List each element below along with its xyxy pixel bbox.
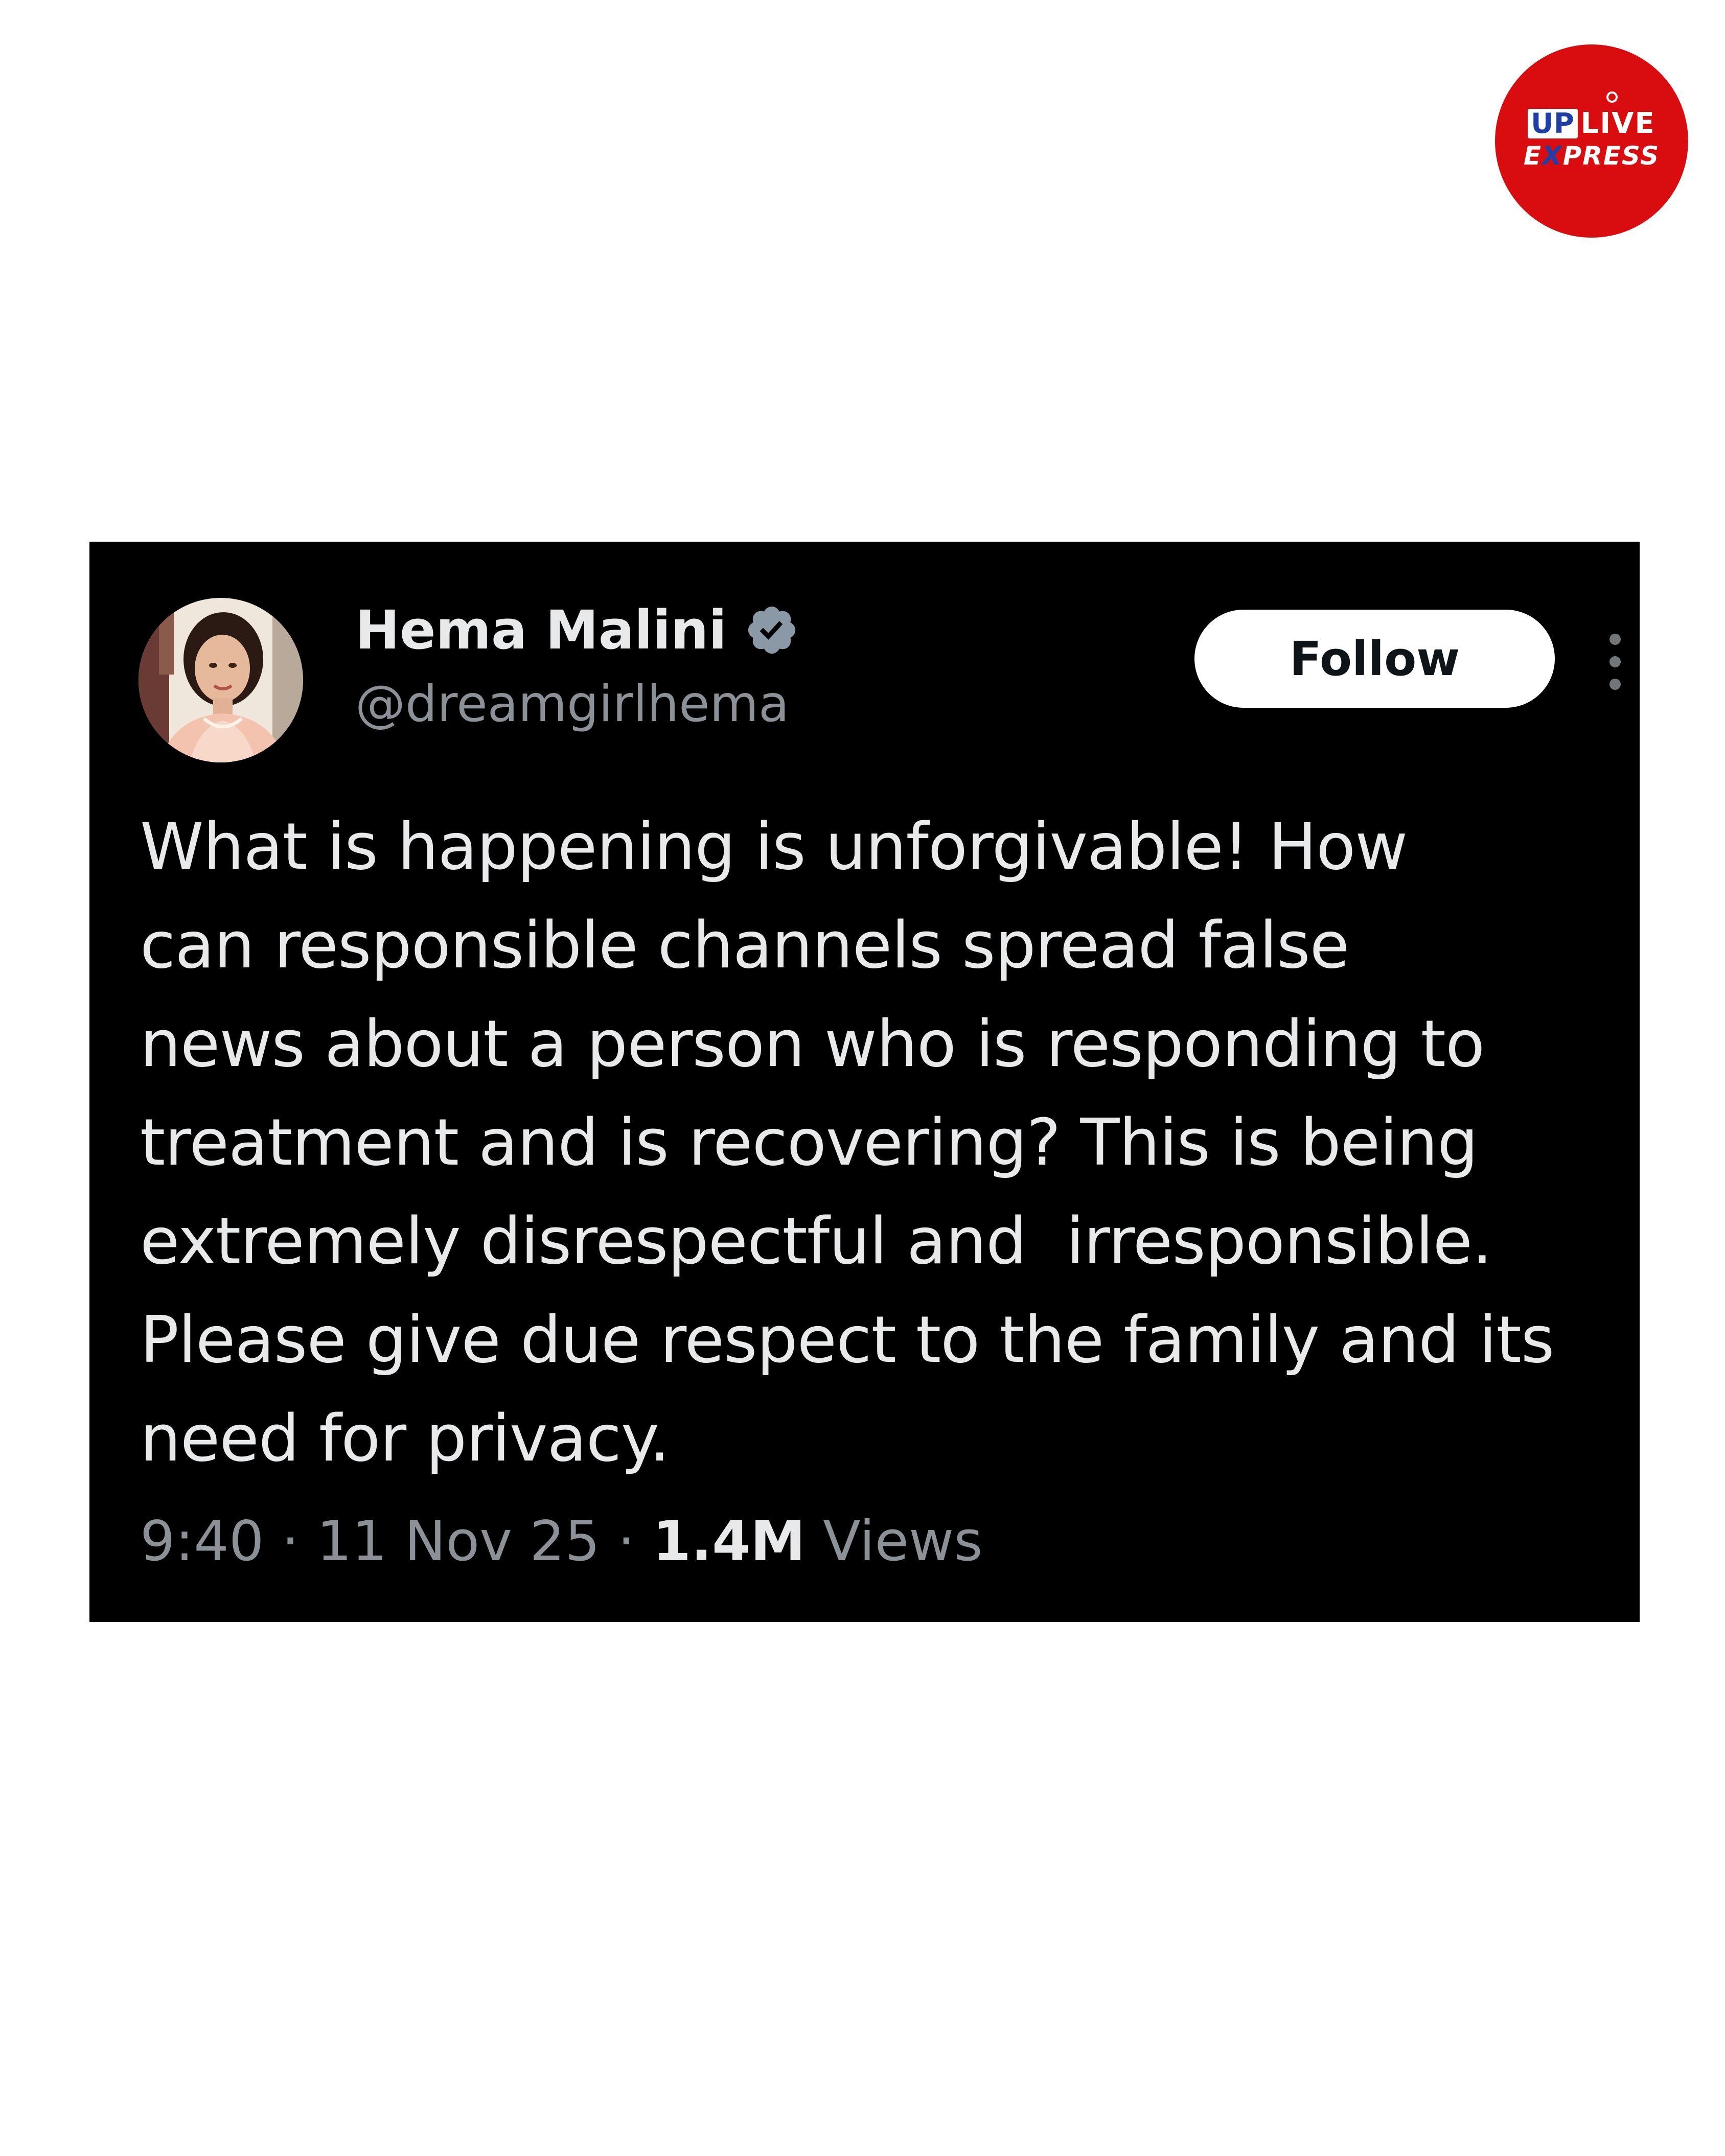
tweet-text-line: extremely disrespectful and irresponsibl… [140, 1203, 1492, 1279]
more-dot [1609, 634, 1621, 645]
tweet-text-line: What is happening is unforgivable! How [140, 809, 1408, 884]
verified-badge-icon [748, 606, 796, 654]
follow-button[interactable]: Follow [1194, 610, 1555, 708]
logo-express-x: X [1542, 141, 1563, 171]
meta-separator: · [281, 1510, 300, 1573]
tweet-date[interactable]: 11 Nov 25 [317, 1509, 600, 1575]
tweet-text-line: news about a person who is responding to [140, 1006, 1485, 1081]
author-row: Hema Malini [355, 597, 799, 663]
tweet-text-line: treatment and is recovering? This is bei… [140, 1105, 1478, 1180]
more-dot [1609, 656, 1621, 667]
tweet-meta: 9:40 · 11 Nov 25 · 1.4M Views [140, 1509, 983, 1575]
tweet-card: Hema Malini @dreamgirlhema Follow What i… [89, 542, 1640, 1622]
views-label: Views [823, 1510, 983, 1573]
author-name[interactable]: Hema Malini [355, 597, 727, 663]
meta-separator: · [617, 1510, 635, 1573]
logo-express-rest: PRESS [1562, 141, 1660, 171]
tweet-text-line: can responsible channels spread false [140, 908, 1349, 983]
avatar[interactable] [139, 598, 303, 762]
tweet-time[interactable]: 9:40 [140, 1509, 264, 1575]
magnifier-icon [1606, 91, 1618, 103]
avatar-portrait-image [139, 598, 303, 762]
logo-live-text: LIVE [1580, 107, 1655, 140]
more-dot [1609, 679, 1621, 690]
logo-line-1: UP LIVE [1528, 109, 1655, 138]
uplive-express-logo: UP LIVE EXPRESS [1495, 44, 1688, 238]
tweet-text-line: Please give due respect to the family an… [140, 1302, 1554, 1377]
tweet-text-line: need for privacy. [140, 1401, 670, 1476]
views-count[interactable]: 1.4M [653, 1509, 806, 1575]
tweet-text: What is happening is unforgivable! How ca… [140, 797, 1653, 1488]
logo-up-text: UP [1528, 109, 1578, 138]
logo-express-e: E [1523, 141, 1543, 171]
more-vertical-icon[interactable] [1607, 634, 1623, 690]
author-handle[interactable]: @dreamgirlhema [355, 674, 789, 735]
logo-line-2: EXPRESS [1524, 142, 1660, 170]
